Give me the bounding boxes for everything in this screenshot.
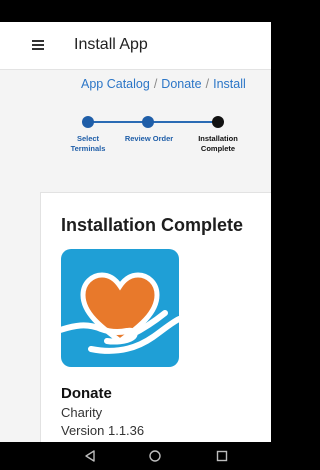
step-1-indicator <box>82 116 94 128</box>
breadcrumb: App Catalog / Donate / Install <box>81 77 246 91</box>
step-2-label: Review Order <box>119 134 179 144</box>
step-3-label-line1: Installation <box>198 134 238 143</box>
breadcrumb-separator: / <box>153 77 158 91</box>
card-title: Installation Complete <box>61 215 244 235</box>
step-1-label-line2: Terminals <box>70 144 106 153</box>
app-name: Donate <box>61 385 112 402</box>
step-3-label-line2: Complete <box>200 144 236 153</box>
step-2-indicator <box>142 116 154 128</box>
step-connector <box>148 121 218 123</box>
recents-square-icon[interactable] <box>212 447 232 465</box>
step-connector <box>88 121 148 123</box>
install-stepper: Select Terminals Review Order Installati… <box>0 110 271 160</box>
app-bar: Install App <box>0 22 271 70</box>
install-result-card: Installation Complete Donate Charity Ver… <box>40 192 271 452</box>
app-screen: Install App App Catalog / Donate / Install S… <box>0 0 271 470</box>
back-triangle-icon[interactable] <box>80 447 100 465</box>
breadcrumb-item-donate[interactable]: Donate <box>161 77 201 91</box>
breadcrumb-separator: / <box>205 77 210 91</box>
status-bar <box>0 0 271 22</box>
breadcrumb-item-install: Install <box>213 77 246 91</box>
system-nav-bar <box>0 442 271 470</box>
home-circle-icon[interactable] <box>145 447 165 465</box>
step-3-indicator <box>212 116 224 128</box>
breadcrumb-item-app-catalog[interactable]: App Catalog <box>81 77 150 91</box>
page-title: Install App <box>74 36 148 53</box>
app-version: Version 1.1.36 <box>61 423 145 438</box>
step-1-label: Select Terminals <box>58 134 118 154</box>
step-2-label-line1: Review Order <box>124 134 174 143</box>
heart-in-hand-icon <box>61 249 179 367</box>
step-3-label: Installation Complete <box>188 134 248 154</box>
app-category: Charity <box>61 405 103 420</box>
step-1-label-line1: Select <box>76 134 100 143</box>
hamburger-menu-icon[interactable] <box>32 40 44 50</box>
